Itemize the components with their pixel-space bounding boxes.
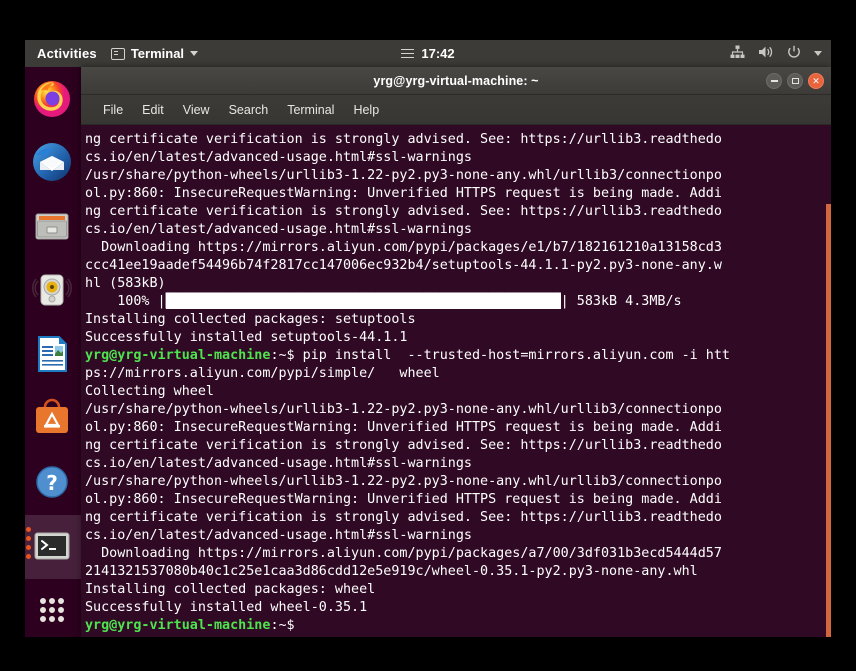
terminal-line: Downloading https://mirrors.aliyun.com/p…	[85, 546, 722, 561]
scrollbar-thumb[interactable]	[826, 204, 831, 637]
terminal-line: ng certificate verification is strongly …	[85, 204, 722, 219]
terminal-line: cs.io/en/latest/advanced-usage.html#ssl-…	[85, 222, 472, 237]
close-button[interactable]: ✕	[808, 73, 824, 89]
app-menu-terminal[interactable]: Terminal	[110, 46, 199, 61]
terminal-line: Successfully installed setuptools-44.1.1	[85, 330, 408, 345]
terminal-line: ol.py:860: InsecureRequestWarning: Unver…	[85, 492, 722, 507]
terminal-line: ol.py:860: InsecureRequestWarning: Unver…	[85, 186, 722, 201]
menu-file[interactable]: File	[103, 103, 123, 117]
dock-item-libreoffice-writer[interactable]	[25, 323, 81, 387]
libreoffice-writer-icon	[31, 333, 75, 377]
terminal-line: ng certificate verification is strongly …	[85, 132, 722, 147]
terminal-line: 2141321537080b40c1c25e1caa3d86cdd12e5e91…	[85, 564, 698, 579]
ubuntu-software-icon	[31, 397, 75, 441]
firefox-icon	[31, 77, 75, 121]
terminal-line: ng certificate verification is strongly …	[85, 510, 722, 525]
menu-help[interactable]: Help	[353, 103, 379, 117]
terminal-prompt-line: yrg@yrg-virtual-machine:~$ pip install -…	[85, 348, 730, 363]
clock-area[interactable]: 17:42	[368, 46, 488, 61]
menu-edit[interactable]: Edit	[142, 103, 164, 117]
chevron-down-icon	[814, 51, 822, 56]
dock-item-thunderbird[interactable]	[25, 131, 81, 195]
grid-apps-icon	[31, 589, 75, 633]
menu-search[interactable]: Search	[229, 103, 269, 117]
terminal-line: Installing collected packages: setuptool…	[85, 312, 416, 327]
activities-button[interactable]: Activities	[25, 46, 111, 61]
volume-icon	[758, 45, 774, 62]
dock-item-help[interactable]: ?	[25, 451, 81, 515]
window-title: yrg@yrg-virtual-machine: ~	[373, 73, 539, 88]
terminal-line: /usr/share/python-wheels/urllib3-1.22-py…	[85, 168, 722, 183]
power-icon	[787, 45, 801, 62]
terminal-line: cs.io/en/latest/advanced-usage.html#ssl-…	[85, 528, 472, 543]
terminal-line: /usr/share/python-wheels/urllib3-1.22-py…	[85, 474, 722, 489]
status-indicators[interactable]	[730, 40, 822, 67]
terminal-line: cs.io/en/latest/advanced-usage.html#ssl-…	[85, 150, 472, 165]
terminal-line: Collecting wheel	[85, 384, 214, 399]
rhythmbox-icon	[31, 269, 75, 313]
terminal-line: /usr/share/python-wheels/urllib3-1.22-py…	[85, 402, 722, 417]
window-titlebar[interactable]: yrg@yrg-virtual-machine: ~ ✕	[81, 67, 831, 95]
minimize-button[interactable]	[766, 73, 782, 89]
terminal-line: hl (583kB)	[85, 276, 166, 291]
files-icon	[31, 205, 75, 249]
terminal-line: ps://mirrors.aliyun.com/pypi/simple/ whe…	[85, 366, 440, 381]
menu-terminal[interactable]: Terminal	[287, 103, 334, 117]
ubuntu-dock: ?	[25, 67, 81, 637]
clock-label: 17:42	[421, 46, 455, 61]
terminal-icon	[31, 525, 75, 569]
chevron-down-icon	[190, 51, 199, 56]
maximize-button[interactable]	[787, 73, 803, 89]
hamburger-calendar-icon	[401, 48, 415, 59]
app-menu-label: Terminal	[130, 46, 185, 61]
gnome-top-bar: Activities Terminal 17:42	[25, 40, 831, 67]
terminal-line: Installing collected packages: wheel	[85, 582, 376, 597]
window-controls: ✕	[766, 67, 824, 95]
terminal-output[interactable]: ng certificate verification is strongly …	[81, 126, 831, 637]
dock-item-show-applications[interactable]	[25, 579, 81, 637]
terminal-scrollbar[interactable]	[826, 126, 831, 637]
terminal-prompt-line: yrg@yrg-virtual-machine:~$	[85, 618, 295, 633]
terminal-line: Successfully installed wheel-0.35.1	[85, 600, 368, 615]
network-icon	[730, 45, 745, 62]
svg-text:?: ?	[46, 471, 58, 495]
dock-item-firefox[interactable]	[25, 67, 81, 131]
dock-item-ubuntu-software[interactable]	[25, 387, 81, 451]
terminal-window: yrg@yrg-virtual-machine: ~ ✕ File Edit V…	[81, 67, 831, 637]
download-progress-line: 100% |██████████████████████████████████…	[85, 294, 682, 309]
help-icon: ?	[31, 461, 75, 505]
terminal-line: ccc41ee19aadef54496b74f2817cc147006ec932…	[85, 258, 722, 273]
terminal-line: cs.io/en/latest/advanced-usage.html#ssl-…	[85, 456, 472, 471]
terminal-icon	[110, 47, 125, 60]
dock-item-terminal[interactable]	[25, 515, 81, 579]
thunderbird-icon	[31, 141, 75, 185]
dock-item-files[interactable]	[25, 195, 81, 259]
dock-item-rhythmbox[interactable]	[25, 259, 81, 323]
menu-bar: File Edit View Search Terminal Help	[81, 95, 831, 125]
desktop: Activities Terminal 17:42 ? yrg@yrg-virt…	[25, 40, 831, 637]
terminal-line: ng certificate verification is strongly …	[85, 438, 722, 453]
terminal-line: ol.py:860: InsecureRequestWarning: Unver…	[85, 420, 722, 435]
menu-view[interactable]: View	[183, 103, 210, 117]
terminal-line: Downloading https://mirrors.aliyun.com/p…	[85, 240, 722, 255]
